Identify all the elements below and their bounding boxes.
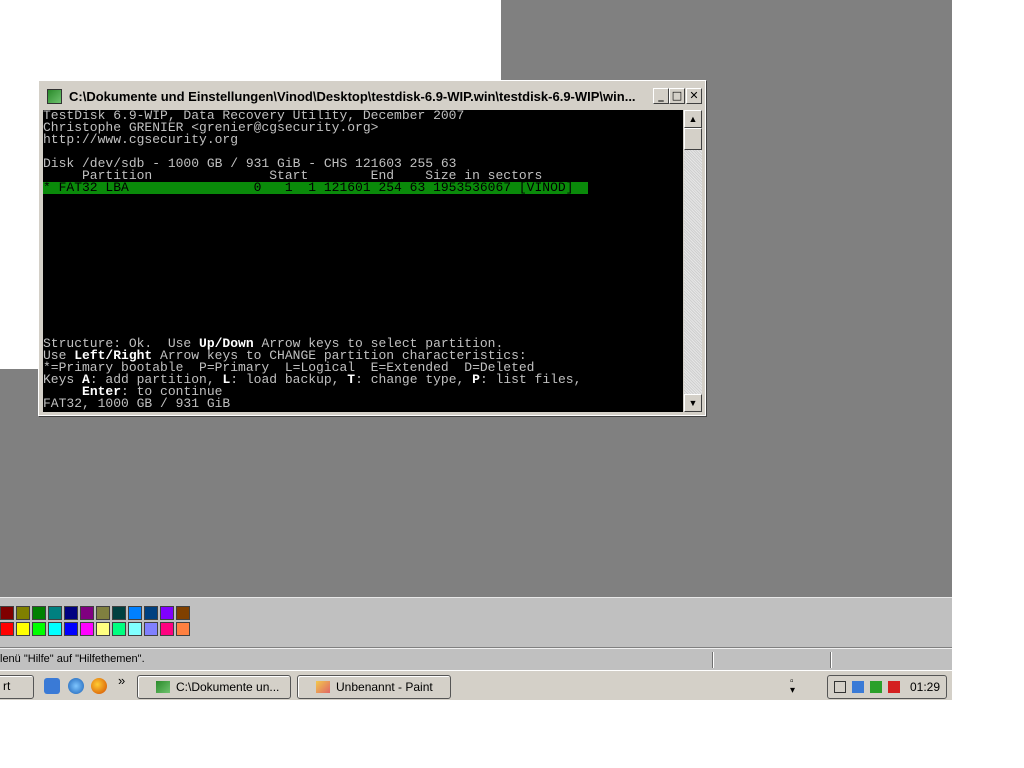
window-title: C:\Dokumente und Einstellungen\Vinod\Des… <box>69 89 636 104</box>
start-label: rt <box>3 679 11 693</box>
status-text: lenü "Hilfe" auf "Hilfethemen". <box>0 653 145 665</box>
quicklaunch-chevron-icon[interactable]: » <box>118 673 125 688</box>
scroll-thumb[interactable] <box>684 128 702 150</box>
color-swatch[interactable] <box>176 622 190 636</box>
footer-line: FAT32, 1000 GB / 931 GiB <box>43 396 231 411</box>
color-swatch[interactable] <box>16 622 30 636</box>
console-output[interactable]: TestDisk 6.9-WIP, Data Recovery Utility,… <box>43 110 683 412</box>
testdisk-window: C:\Dokumente und Einstellungen\Vinod\Des… <box>38 80 706 416</box>
color-swatch[interactable] <box>48 622 62 636</box>
color-swatch[interactable] <box>64 622 78 636</box>
taskbar-button-testdisk[interactable]: C:\Dokumente un... <box>137 675 291 699</box>
status-separator <box>712 652 714 668</box>
scroll-down-button[interactable]: ▼ <box>684 394 702 412</box>
show-desktop-icon[interactable] <box>44 678 60 694</box>
internet-explorer-icon[interactable] <box>68 678 84 694</box>
close-button[interactable]: ✕ <box>686 88 702 104</box>
minimize-button[interactable]: _ <box>653 88 669 104</box>
color-swatch[interactable] <box>144 606 158 620</box>
footer-key: T <box>347 372 356 387</box>
taskbar: rt » C:\Dokumente un... Unbenannt - Pain… <box>0 670 952 700</box>
color-swatch[interactable] <box>80 622 94 636</box>
security-icon[interactable] <box>870 681 882 693</box>
partition-row-selected[interactable]: * FAT32 LBA 0 1 1 121601 254 63 19535360… <box>43 181 588 194</box>
color-palette <box>0 597 952 647</box>
color-swatch[interactable] <box>112 606 126 620</box>
color-swatch[interactable] <box>48 606 62 620</box>
network-icon[interactable] <box>834 681 846 693</box>
color-swatch[interactable] <box>64 606 78 620</box>
color-swatch[interactable] <box>160 622 174 636</box>
console-icon <box>47 89 62 104</box>
vertical-scrollbar[interactable]: ▲ ▼ <box>684 110 702 412</box>
color-swatch[interactable] <box>160 606 174 620</box>
maximize-button[interactable]: □ <box>669 88 685 104</box>
color-swatch[interactable] <box>0 622 14 636</box>
console-icon <box>156 681 170 693</box>
start-button[interactable]: rt <box>0 675 34 699</box>
color-swatch[interactable] <box>96 606 110 620</box>
system-tray: 01:29 <box>827 675 947 699</box>
paint-statusbar: lenü "Hilfe" auf "Hilfethemen". <box>0 648 952 671</box>
color-swatch[interactable] <box>32 622 46 636</box>
palette-swatches <box>0 606 190 636</box>
task-label: C:\Dokumente un... <box>176 680 280 694</box>
color-swatch[interactable] <box>32 606 46 620</box>
task-label: Unbenannt - Paint <box>336 680 433 694</box>
console-line: http://www.cgsecurity.org <box>43 132 239 147</box>
color-swatch[interactable] <box>80 606 94 620</box>
desktop-area: lenü "Hilfe" auf "Hilfethemen". rt » C:\… <box>0 0 952 700</box>
restore-windows-icon[interactable]: ▫ ▾ <box>790 677 795 696</box>
footer-text: : list files, <box>479 372 582 387</box>
antivirus-icon[interactable] <box>852 681 864 693</box>
taskbar-button-paint[interactable]: Unbenannt - Paint <box>297 675 451 699</box>
paint-icon <box>316 681 330 693</box>
color-swatch[interactable] <box>176 606 190 620</box>
color-swatch[interactable] <box>96 622 110 636</box>
footer-text: : load backup, <box>230 372 348 387</box>
window-titlebar[interactable]: C:\Dokumente und Einstellungen\Vinod\Des… <box>41 83 703 109</box>
color-swatch[interactable] <box>16 606 30 620</box>
status-separator <box>830 652 832 668</box>
kaspersky-icon[interactable] <box>888 681 900 693</box>
color-swatch[interactable] <box>128 606 142 620</box>
firefox-icon[interactable] <box>91 678 107 694</box>
clock: 01:29 <box>910 680 941 694</box>
footer-key: P <box>472 372 480 387</box>
color-swatch[interactable] <box>0 606 14 620</box>
color-swatch[interactable] <box>128 622 142 636</box>
scroll-up-button[interactable]: ▲ <box>684 110 702 128</box>
color-swatch[interactable] <box>112 622 126 636</box>
color-swatch[interactable] <box>144 622 158 636</box>
footer-text: : change type, <box>355 372 473 387</box>
